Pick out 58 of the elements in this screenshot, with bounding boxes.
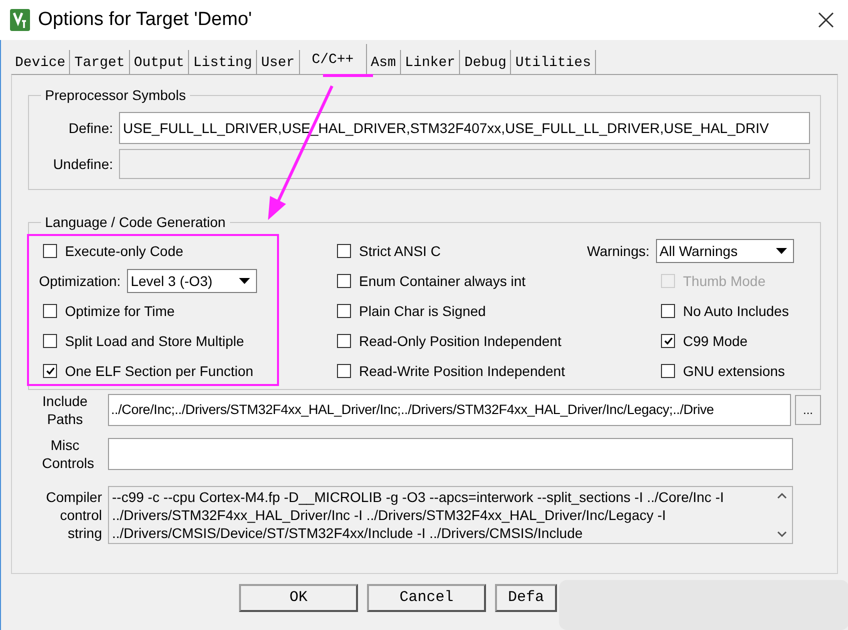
checkmark-icon [46, 367, 54, 375]
undefine-label: Undefine: [52, 154, 113, 174]
include-paths-label: Include Paths [41, 392, 89, 428]
define-label: Define: [68, 118, 113, 138]
dialog-button[interactable]: Cancel [367, 584, 486, 612]
checkbox[interactable] [337, 304, 351, 318]
compiler-string-line: --c99 -c --cpu Cortex-M4.fp -D__MICROLIB -g -O3 --apcs=interwork --split_sections -I ../Core/Inc -I [112, 488, 725, 506]
checkbox[interactable] [337, 244, 351, 258]
misc-controls-label: Misc Controls [41, 436, 96, 472]
checkbox[interactable] [337, 334, 351, 348]
checkbox[interactable] [43, 244, 57, 258]
checkbox-label: Enum Container always int [359, 272, 526, 291]
group-title: Preprocessor Symbols [44, 86, 187, 105]
misc-controls-field[interactable] [108, 438, 793, 470]
dialog-button[interactable]: OK [239, 584, 358, 612]
checkbox[interactable] [661, 304, 675, 318]
include-paths-field[interactable]: ../Core/Inc;../Drivers/STM32F4xx_HAL_Driver/Inc;../Drivers/STM32F4xx_HAL_Driver/Inc/Legacy;../Drive [108, 394, 791, 426]
tab[interactable]: Asm [366, 50, 401, 74]
checkbox-label: Execute-only Code [65, 242, 184, 261]
dropdown[interactable]: Level 3 (-O3) [126, 269, 257, 293]
close-icon[interactable] [818, 12, 834, 28]
select-label: Optimization: [39, 272, 121, 291]
group-title: Language / Code Generation [44, 213, 227, 232]
window-title: Options for Target 'Demo' [38, 8, 252, 32]
dropdown-arrow-icon [776, 248, 787, 254]
scroll-up-icon [777, 493, 787, 499]
app-logo-icon [10, 9, 30, 31]
dropdown[interactable]: All Warnings [656, 239, 794, 263]
scroll-down-icon [777, 531, 787, 537]
select-label: Warnings: [587, 242, 650, 261]
checkbox-label: C99 Mode [683, 332, 748, 350]
checkbox[interactable] [43, 364, 57, 378]
checkbox-label: Read-Write Position Independent [359, 362, 565, 381]
checkbox-label: Split Load and Store Multiple [65, 332, 244, 351]
compiler-string-line: ../Drivers/CMSIS/Device/ST/STM32F4xx/Include -I ../Drivers/CMSIS/Include [112, 524, 584, 542]
checkbox[interactable] [43, 304, 57, 318]
checkbox-label: Optimize for Time [65, 302, 175, 321]
compiler-string-label: Compiler control string [44, 488, 102, 542]
checkbox[interactable] [661, 334, 675, 348]
checkbox-label: Thumb Mode [683, 272, 766, 290]
checkbox[interactable] [661, 364, 675, 378]
checkbox-label: Read-Only Position Independent [359, 332, 562, 351]
undefine-field[interactable] [119, 149, 810, 179]
checkbox-label: No Auto Includes [683, 302, 789, 320]
compiler-string-line: ../Drivers/STM32F4xx_HAL_Driver/Inc -I ../Drivers/STM32F4xx_HAL_Driver/Inc/Legacy -I [112, 506, 667, 524]
checkbox-label: Strict ANSI C [359, 242, 441, 260]
checkbox-label: One ELF Section per Function [65, 362, 254, 381]
tab[interactable]: C/C++ [300, 44, 367, 74]
dropdown-arrow-icon [238, 278, 250, 284]
checkbox[interactable] [43, 334, 57, 348]
checkbox[interactable] [337, 364, 351, 378]
checkbox[interactable] [337, 274, 351, 288]
annotation-underline [323, 74, 373, 77]
checkbox-label: GNU extensions [683, 362, 785, 380]
checkmark-icon [664, 337, 672, 345]
dialog-button[interactable]: Defa [495, 584, 557, 612]
checkbox-label: Plain Char is Signed [359, 302, 486, 321]
browse-button[interactable]: ... [795, 395, 821, 425]
